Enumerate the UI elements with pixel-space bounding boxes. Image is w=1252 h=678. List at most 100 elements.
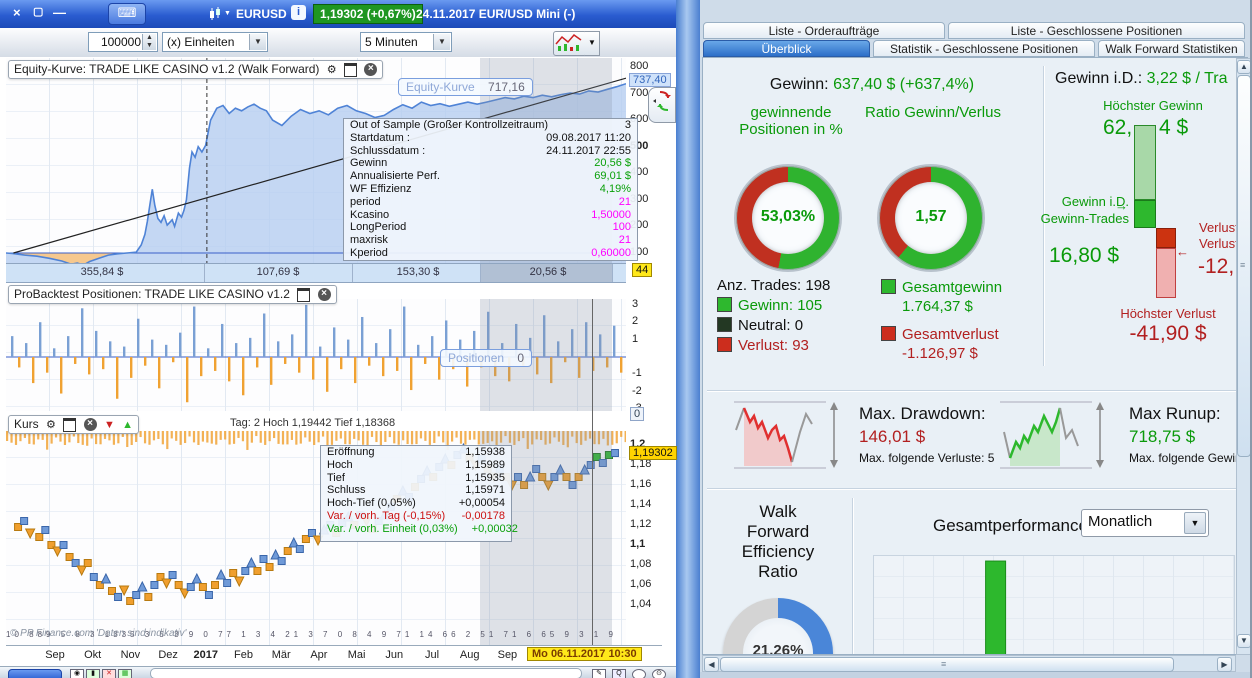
wfer-title: Walk Forward Efficiency Ratio: [741, 502, 815, 581]
section-divider: [707, 390, 1245, 391]
vertical-scrollbar[interactable]: ▲ ≡ ▼: [1236, 58, 1251, 655]
horizontal-scrollbar[interactable]: ◀ ≡ ▶: [702, 655, 1236, 672]
chevron-down-icon[interactable]: ▼: [1184, 512, 1206, 534]
scrollbar-thumb[interactable]: ≡: [1237, 75, 1251, 457]
performance-period-dropdown[interactable]: Monatlich ▼: [1081, 509, 1209, 537]
scroll-up-icon[interactable]: ▲: [1237, 60, 1251, 74]
table-icon[interactable]: ▦: [118, 669, 132, 678]
stepper-arrows-icon[interactable]: ▲ ▼: [142, 34, 156, 50]
zoom-plus-icon[interactable]: Q: [612, 669, 626, 678]
candlestick-icon[interactable]: ▮: [86, 669, 100, 678]
tab-statistik[interactable]: Statistik - Geschlossene Positionen: [873, 40, 1095, 57]
price-axis-tick: 1,06: [630, 578, 652, 590]
verlust-legend-swatch: [717, 337, 732, 352]
chart-cursor-line: [592, 299, 593, 645]
window-icon[interactable]: [63, 417, 77, 432]
month-label: Sep: [45, 649, 65, 661]
chevron-down-icon[interactable]: ▼: [249, 34, 266, 50]
positions-axis-tick: -2: [632, 384, 642, 397]
maximize-window-icon[interactable]: ▢: [33, 5, 43, 18]
gesamtverlust-value: -1.126,97 $: [902, 345, 978, 362]
wfer-value: 21,26%: [752, 642, 804, 655]
equity-value-badge: 737,40: [629, 73, 671, 87]
close-table-icon[interactable]: ✕: [102, 669, 116, 678]
runup-mini-chart: [1000, 401, 1104, 469]
price-panel-header[interactable]: Kurs ⚙ × ▼ ▲: [8, 415, 140, 434]
info-icon[interactable]: i: [291, 5, 306, 20]
neutral-legend-swatch: [717, 317, 732, 332]
app-button[interactable]: [8, 669, 62, 678]
trades-count: Anz. Trades: 198: [717, 277, 831, 294]
edit-icon[interactable]: ✎: [592, 669, 606, 678]
circle-icon[interactable]: [632, 669, 646, 678]
panel-splitter[interactable]: [676, 0, 700, 678]
command-input[interactable]: [150, 668, 582, 678]
neutral-count: Neutral: 0: [738, 317, 804, 334]
scrollbar-thumb[interactable]: ≡: [720, 657, 1174, 672]
hoechster-gewinn-value-right: 4 $: [1159, 116, 1189, 139]
donut2-value: 1,57: [915, 208, 947, 225]
chevron-down-icon[interactable]: ▼: [585, 31, 600, 56]
close-icon[interactable]: ×: [83, 418, 97, 432]
month-label: Apr: [310, 649, 328, 661]
segment-label: 355,84 $: [80, 266, 124, 278]
positions-axis-tick: 2: [632, 315, 639, 328]
tab-walk-forward-statistiken[interactable]: Walk Forward Statistiken: [1098, 40, 1245, 57]
keyboard-icon[interactable]: ⌨: [108, 3, 146, 25]
wrench-icon[interactable]: ⚙: [327, 63, 337, 76]
target-icon[interactable]: ⊙: [652, 669, 666, 678]
price-tooltip: Eröffnung 1,15938 Hoch 1,15989 Tief 1,15935…: [320, 445, 518, 542]
hoechster-gewinn-value-left: 62,: [1103, 116, 1133, 139]
avg-loss-label: Verlust Verlust: [1199, 220, 1239, 251]
candlestick-icon[interactable]: [208, 7, 222, 21]
performance-bar-chart[interactable]: [873, 555, 1235, 654]
segment-label: 107,69 $: [256, 266, 300, 278]
buy-arrow-icon[interactable]: ▲: [122, 419, 133, 431]
minimize-window-icon[interactable]: —: [53, 5, 66, 20]
gewinn-legend-swatch: [717, 297, 732, 312]
close-icon[interactable]: ×: [364, 63, 378, 77]
date-instrument-label: 24.11.2017 EUR/USD Mini (-): [416, 7, 576, 21]
units-dropdown[interactable]: (x) Einheiten ▼: [162, 32, 268, 52]
gesamtgewinn-value: 1.764,37 $: [902, 298, 973, 315]
win-loss-ratio-donut: 1,57: [879, 166, 983, 270]
chart-window: × ▢ — ⌨ ▼ EURUSD i 1,19302 (+0,67%) 24.1…: [0, 0, 677, 678]
wrench-icon[interactable]: ⚙: [46, 418, 56, 431]
timeframe-dropdown[interactable]: 5 Minuten ▼: [360, 32, 452, 52]
tab-orderauftraege[interactable]: Liste - Orderaufträge: [703, 22, 945, 39]
tab-ueberblick[interactable]: Überblick: [703, 40, 870, 57]
runup-value: 718,75 $: [1129, 427, 1196, 446]
sell-arrow-icon[interactable]: ▼: [104, 419, 115, 431]
positions-zero-badge: 0: [630, 407, 645, 421]
month-label: 2017: [193, 649, 219, 661]
close-icon[interactable]: ×: [317, 288, 331, 302]
quantity-stepper[interactable]: 100000 ▲ ▼: [88, 32, 158, 52]
scroll-right-icon[interactable]: ▶: [1217, 657, 1232, 672]
chart-type-icon: [555, 33, 582, 51]
chart-type-button[interactable]: [553, 31, 587, 56]
equity-panel-header[interactable]: Equity-Kurve: TRADE LIKE CASINO v1.2 (Wa…: [8, 60, 384, 79]
gesamtverlust-label: Gesamtverlust: [902, 326, 999, 343]
gesamtgewinn-swatch: [881, 279, 896, 294]
collapse-panel-tab[interactable]: [648, 87, 676, 123]
gesamtverlust-swatch: [881, 326, 896, 341]
timeline[interactable]: Mo 06.11.2017 10:30 Sep Okt Nov Dez 2017 Feb M…: [6, 645, 662, 664]
window-icon[interactable]: [297, 287, 311, 302]
close-window-icon[interactable]: ×: [13, 5, 21, 20]
tab-geschlossene-positionen-liste[interactable]: Liste - Geschlossene Positionen: [948, 22, 1245, 39]
month-label: Okt: [84, 649, 102, 661]
totals-block: Gesamtgewinn 1.764,37 $ Gesamtverlust -1…: [881, 278, 1002, 363]
positions-panel-header[interactable]: ProBacktest Positionen: TRADE LIKE CASIN…: [8, 285, 337, 304]
month-label: Mär: [271, 649, 291, 661]
chevron-down-icon[interactable]: ▼: [224, 10, 231, 17]
record-icon[interactable]: ◉: [70, 669, 84, 678]
max-win-bar: [1134, 125, 1156, 200]
performance-title: Gesamtperformance: [933, 516, 1088, 535]
price-axis-tick: 1,04: [630, 598, 652, 610]
positions-legend-chip[interactable]: Positionen 0: [440, 349, 533, 367]
scroll-down-icon[interactable]: ▼: [1237, 634, 1251, 648]
chevron-down-icon[interactable]: ▼: [433, 34, 450, 50]
scroll-left-icon[interactable]: ◀: [704, 657, 719, 672]
window-icon[interactable]: [343, 62, 357, 77]
equity-legend-chip[interactable]: Equity-Kurve 717,16: [398, 78, 533, 96]
